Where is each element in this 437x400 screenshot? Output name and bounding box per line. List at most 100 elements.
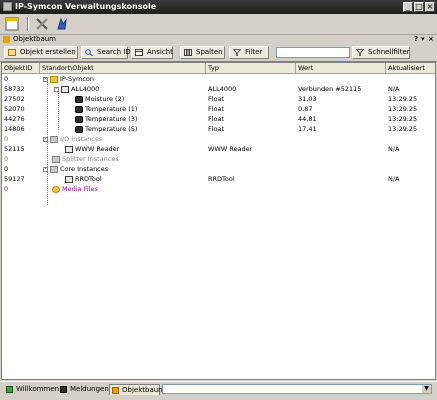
search-icon — [85, 49, 93, 56]
cell-objektid: 0 — [4, 155, 9, 163]
close-button[interactable]: × — [425, 2, 435, 12]
object-toolbar: Objekt erstellen Search ID Ansicht Spalt… — [0, 45, 437, 62]
view-label: Ansicht — [147, 48, 173, 56]
tree-node: Temperature (3) — [75, 114, 137, 124]
panel-close-button[interactable]: × — [428, 35, 434, 43]
table-row[interactable]: 0 - I/O Instances — [2, 134, 435, 144]
cell-aktualisiert: 13:29:25 — [388, 115, 418, 123]
device-icon — [65, 175, 73, 183]
cell-wert: Verbunden #52115 — [298, 85, 362, 93]
col-header-objektid[interactable]: ObjektID — [2, 63, 40, 73]
cell-objektid: 0 — [4, 165, 9, 173]
cell-objektid: 58732 — [4, 85, 25, 93]
node-label: Temperature (5) — [85, 125, 138, 133]
create-object-label: Objekt erstellen — [20, 48, 76, 56]
cell-objektid: 14806 — [4, 125, 25, 133]
panel-pin-button[interactable]: ▾ — [421, 35, 425, 43]
table-row[interactable]: 0 - Core Instances — [2, 164, 435, 174]
col-header-aktualisiert[interactable]: Aktualisiert — [386, 63, 435, 73]
columns-icon — [184, 49, 192, 56]
node-label: RRDTool — [75, 175, 102, 183]
cell-aktualisiert: N/A — [388, 145, 400, 153]
tab-meldungen[interactable]: Meldungen — [58, 384, 109, 395]
tree-node: Temperature (1) — [75, 104, 137, 114]
media-folder-icon — [52, 185, 60, 193]
variable-icon — [75, 95, 83, 103]
cell-wert: 0,87 — [298, 105, 313, 113]
cell-objektid: 44276 — [4, 115, 25, 123]
cell-objektid: 0 — [4, 135, 9, 143]
tab-objektbaum[interactable]: Objektbaum — [109, 384, 165, 395]
cell-objektid: 0 — [4, 185, 9, 193]
col-header-typ[interactable]: Typ — [206, 63, 296, 73]
cell-aktualisiert: N/A — [388, 175, 400, 183]
col-header-standort[interactable]: Standort\Objekt — [40, 63, 206, 73]
maximize-button[interactable]: □ — [414, 2, 424, 12]
table-row[interactable]: 59127 RRDTool RRDTool N/A — [2, 174, 435, 184]
toolbar-separator — [27, 17, 29, 31]
collapse-toggle[interactable]: - — [43, 166, 48, 172]
columns-button[interactable]: Spalten — [180, 46, 225, 59]
search-id-button[interactable]: Search ID — [81, 46, 131, 59]
panel-help-button[interactable]: ? — [414, 35, 418, 43]
col-header-wert[interactable]: Wert — [296, 63, 386, 73]
tab-willkommen[interactable]: Willkommen — [4, 384, 60, 395]
cell-objektid: 59127 — [4, 175, 25, 183]
cell-objektid: 52115 — [4, 145, 25, 153]
table-row[interactable]: 14806 Temperature (5) Float 17,41 13:29:… — [2, 124, 435, 134]
table-row[interactable]: 52070 Temperature (1) Float 0,87 13:29:2… — [2, 104, 435, 114]
filter-button[interactable]: Filter — [229, 46, 269, 59]
collapse-toggle[interactable]: - — [43, 136, 48, 142]
welcome-icon — [6, 386, 13, 393]
tree-node: - ALL4000 — [54, 84, 99, 94]
tree-node: - IP-Symcon — [43, 74, 94, 84]
tab-willkommen-label: Willkommen — [16, 385, 60, 393]
table-row[interactable]: 27502 Moisture (2) Float 31,03 13:29:25 — [2, 94, 435, 104]
create-object-button[interactable]: Objekt erstellen — [4, 46, 78, 59]
cell-typ: Float — [208, 125, 225, 133]
tree-node: Media Files — [52, 184, 98, 194]
cell-aktualisiert: 13:29:25 — [388, 105, 418, 113]
variable-icon — [75, 115, 83, 123]
tab-meldungen-label: Meldungen — [70, 385, 109, 393]
cell-aktualisiert: 13:29:25 — [388, 95, 418, 103]
filter-icon — [233, 49, 241, 56]
view-button[interactable]: Ansicht — [131, 46, 173, 59]
table-row[interactable]: 58732 - ALL4000 ALL4000 Verbunden #52115 … — [2, 84, 435, 94]
table-row[interactable]: 0 - IP-Symcon — [2, 74, 435, 84]
node-label: Media Files — [62, 185, 98, 193]
view-icon — [135, 49, 143, 56]
collapse-toggle[interactable]: - — [54, 86, 59, 92]
minimize-button[interactable]: _ — [403, 2, 413, 12]
collapse-toggle[interactable]: - — [43, 76, 48, 82]
quickfilter-button[interactable]: Schnellfilter — [352, 46, 410, 59]
chevron-down-icon[interactable]: ▼ — [422, 385, 431, 393]
cell-wert: 44,81 — [298, 115, 317, 123]
table-row[interactable]: 52115 WWW Reader WWW Reader N/A — [2, 144, 435, 154]
variable-icon — [75, 105, 83, 113]
device-icon — [65, 145, 73, 153]
title-bar: IP-Symcon Verwaltungskonsole _ □ × — [0, 0, 437, 14]
category-folder-icon — [52, 155, 60, 163]
tree-node: - Core Instances — [43, 164, 108, 174]
node-label: Splitter Instances — [62, 155, 119, 163]
new-window-icon[interactable] — [5, 17, 19, 31]
status-combo[interactable]: ▼ — [162, 384, 432, 394]
tools-icon[interactable] — [35, 17, 49, 31]
panel-header: Objektbaum ? ▾ × — [0, 35, 437, 44]
new-object-icon — [8, 49, 16, 56]
variable-icon — [75, 125, 83, 133]
tree-node: Moisture (2) — [75, 94, 124, 104]
node-label: Temperature (3) — [85, 115, 138, 123]
quickfilter-label: Schnellfilter — [368, 48, 410, 56]
table-row[interactable]: 44276 Temperature (3) Float 44,81 13:29:… — [2, 114, 435, 124]
node-label: Core Instances — [60, 165, 109, 173]
table-row[interactable]: 0 Splitter Instances — [2, 154, 435, 164]
cell-wert: 31,03 — [298, 95, 317, 103]
filter-label: Filter — [245, 48, 263, 56]
plugin-icon[interactable] — [55, 17, 69, 31]
device-icon — [61, 85, 69, 93]
object-tree-table: ObjektID Standort\Objekt Typ Wert Aktual… — [1, 62, 436, 380]
quickfilter-input[interactable] — [276, 47, 350, 58]
table-row[interactable]: 0 Media Files — [2, 184, 435, 194]
